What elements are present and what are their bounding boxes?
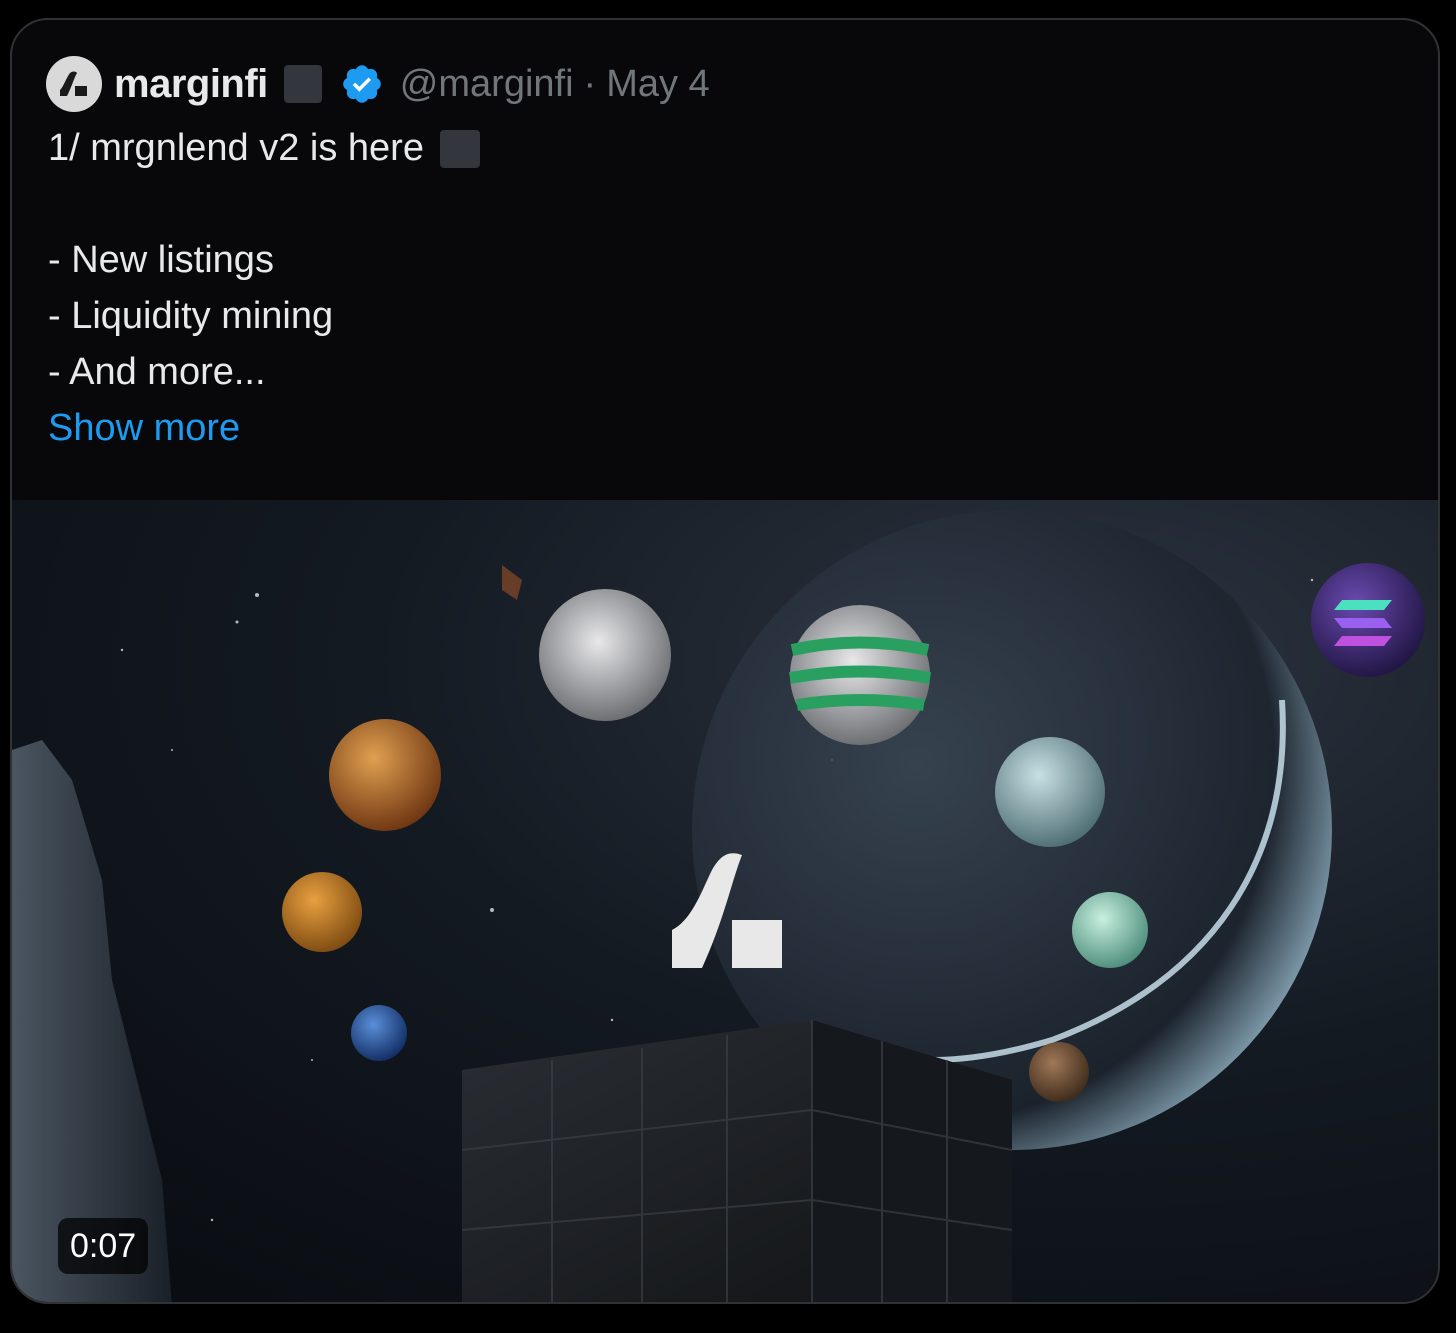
separator-dot: · — [583, 62, 597, 105]
planet-orange — [282, 872, 362, 952]
planet-venus — [329, 719, 441, 831]
planet-brown — [1029, 1042, 1089, 1102]
tweet-line: - And more... — [48, 351, 266, 393]
tweet-line: - Liquidity mining — [48, 295, 334, 337]
tweet-card[interactable]: marginfi @marginfi · May 4 1/ mrgnlend v… — [10, 18, 1440, 1304]
tweet-line: 1/ mrgnlend v2 is here — [48, 120, 1348, 176]
video-player[interactable] — [12, 500, 1438, 1302]
video-duration-badge: 0:07 — [58, 1218, 149, 1274]
avatar[interactable] — [46, 56, 102, 112]
tweet-line: - New listings — [48, 239, 274, 281]
planet-teal — [995, 737, 1105, 847]
planet-grey — [539, 589, 671, 721]
dark-cube — [461, 1020, 1013, 1302]
emoji-placeholder-icon — [439, 130, 480, 168]
planet-mint — [1072, 892, 1148, 968]
planet-blue — [351, 1005, 407, 1061]
tweet-text: 1/ mrgnlend v2 is here - New listings - … — [48, 120, 1348, 456]
show-more-link[interactable]: Show more — [48, 400, 240, 456]
marginfi-logo-icon — [60, 71, 87, 96]
verified-badge-icon — [343, 65, 381, 103]
tweet-header: marginfi @marginfi · May 4 — [46, 54, 710, 114]
tweet-line-text: 1/ mrgnlend v2 is here — [48, 127, 424, 169]
video-thumbnail — [12, 500, 1438, 1302]
display-name[interactable]: marginfi — [114, 62, 268, 107]
tweet-date[interactable]: May 4 — [606, 63, 709, 106]
user-handle[interactable]: @marginfi — [400, 63, 574, 106]
emoji-placeholder-icon — [283, 65, 322, 103]
